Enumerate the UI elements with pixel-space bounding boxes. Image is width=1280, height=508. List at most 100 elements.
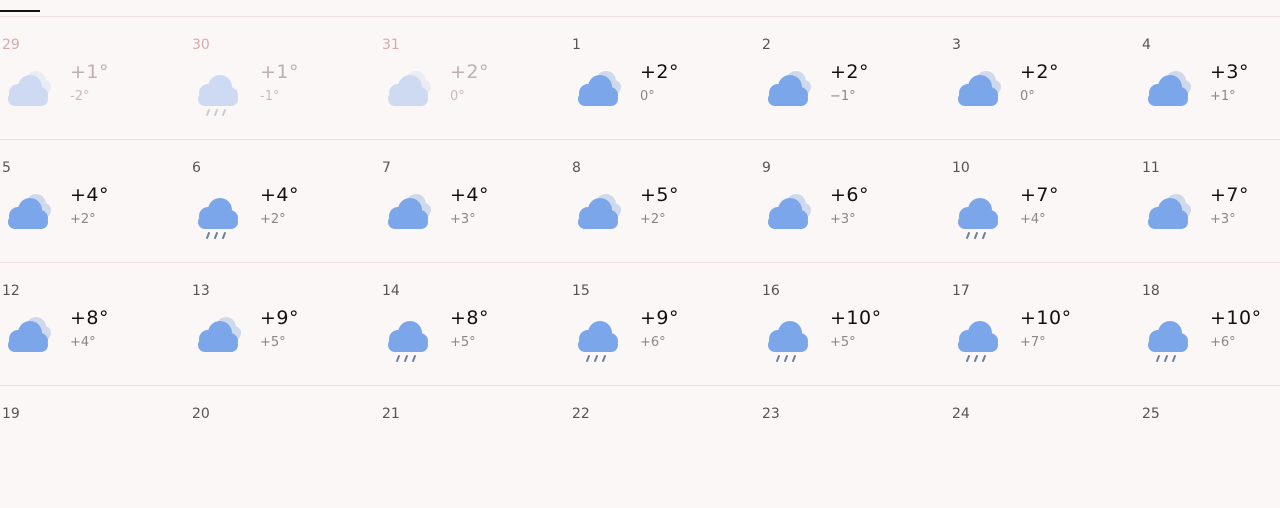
max-temperature: +4° [70, 184, 110, 206]
rain-cloud-icon [380, 311, 436, 363]
max-temperature: +10° [1210, 307, 1262, 329]
rain-cloud-icon [190, 65, 246, 117]
day-cell[interactable]: 18 +10° +6° [1136, 263, 1280, 385]
active-tab-indicator [0, 10, 40, 12]
day-number: 29 [2, 37, 20, 53]
min-temperature: -1° [260, 89, 280, 104]
min-temperature: +5° [830, 335, 856, 350]
calendar-week-row: 19 20 21 22 23 24 25 [0, 385, 1280, 508]
day-number: 13 [192, 283, 210, 299]
max-temperature: +1° [70, 61, 110, 83]
day-number: 11 [1142, 160, 1160, 176]
min-temperature: +6° [1210, 335, 1236, 350]
day-number: 23 [762, 406, 780, 422]
day-cell[interactable]: 20 [186, 386, 374, 508]
max-temperature: +10° [830, 307, 882, 329]
top-bar [0, 0, 1280, 14]
rain-cloud-icon [950, 311, 1006, 363]
day-number: 5 [2, 160, 11, 176]
day-cell[interactable]: 21 [376, 386, 564, 508]
min-temperature: +3° [450, 212, 476, 227]
day-cell[interactable]: 17 +10° +7° [946, 263, 1134, 385]
day-cell[interactable]: 2 +2° −1° [756, 17, 944, 139]
day-number: 25 [1142, 406, 1160, 422]
day-number: 12 [2, 283, 20, 299]
day-cell[interactable]: 4 +3° +1° [1136, 17, 1280, 139]
cloudy-icon [760, 65, 816, 117]
day-number: 22 [572, 406, 590, 422]
day-number: 20 [192, 406, 210, 422]
day-number: 15 [572, 283, 590, 299]
day-cell[interactable]: 12 +8° +4° [0, 263, 184, 385]
calendar-week-row: 5 +4° +2° 6 +4° +2° 7 +4° +3° 8 +5° +2° 9 +6° +3° 10 +7°… [0, 139, 1280, 262]
day-number: 19 [2, 406, 20, 422]
day-number: 2 [762, 37, 771, 53]
min-temperature: +5° [450, 335, 476, 350]
day-cell[interactable]: 31 +2° 0° [376, 17, 564, 139]
monthly-weather-calendar: 29 +1° -2° 30 +1° -1° 31 +2° 0° 1 +2° 0° 2 +2° −1° 3 +2°… [0, 16, 1280, 508]
day-number: 24 [952, 406, 970, 422]
min-temperature: +7° [1020, 335, 1046, 350]
min-temperature: +6° [640, 335, 666, 350]
max-temperature: +7° [1210, 184, 1250, 206]
day-cell[interactable]: 25 [1136, 386, 1280, 508]
day-number: 3 [952, 37, 961, 53]
day-cell[interactable]: 19 [0, 386, 184, 508]
day-cell[interactable]: 6 +4° +2° [186, 140, 374, 262]
day-cell[interactable]: 11 +7° +3° [1136, 140, 1280, 262]
max-temperature: +7° [1020, 184, 1060, 206]
cloudy-icon [1140, 188, 1196, 240]
day-cell[interactable]: 8 +5° +2° [566, 140, 754, 262]
cloudy-icon [0, 311, 56, 363]
max-temperature: +1° [260, 61, 300, 83]
day-cell[interactable]: 5 +4° +2° [0, 140, 184, 262]
min-temperature: 0° [1020, 89, 1035, 104]
day-number: 8 [572, 160, 581, 176]
min-temperature: 0° [450, 89, 465, 104]
rain-cloud-icon [190, 188, 246, 240]
min-temperature: +2° [260, 212, 286, 227]
day-cell[interactable]: 1 +2° 0° [566, 17, 754, 139]
day-cell[interactable]: 24 [946, 386, 1134, 508]
max-temperature: +10° [1020, 307, 1072, 329]
min-temperature: +4° [1020, 212, 1046, 227]
day-cell[interactable]: 14 +8° +5° [376, 263, 564, 385]
day-cell[interactable]: 22 [566, 386, 754, 508]
cloudy-icon [570, 65, 626, 117]
max-temperature: +3° [1210, 61, 1250, 83]
day-number: 16 [762, 283, 780, 299]
day-cell[interactable]: 30 +1° -1° [186, 17, 374, 139]
day-cell[interactable]: 3 +2° 0° [946, 17, 1134, 139]
cloudy-icon [190, 311, 246, 363]
day-number: 14 [382, 283, 400, 299]
day-cell[interactable]: 15 +9° +6° [566, 263, 754, 385]
day-cell[interactable]: 9 +6° +3° [756, 140, 944, 262]
cloudy-icon [760, 188, 816, 240]
min-temperature: +5° [260, 335, 286, 350]
min-temperature: +3° [1210, 212, 1236, 227]
cloudy-icon [380, 188, 436, 240]
day-number: 4 [1142, 37, 1151, 53]
day-cell[interactable]: 7 +4° +3° [376, 140, 564, 262]
calendar-week-row: 12 +8° +4° 13 +9° +5° 14 +8° +5° 15 +9° +6° 16 +10° +5… [0, 262, 1280, 385]
min-temperature: +1° [1210, 89, 1236, 104]
max-temperature: +8° [450, 307, 490, 329]
day-cell[interactable]: 29 +1° -2° [0, 17, 184, 139]
min-temperature: +3° [830, 212, 856, 227]
max-temperature: +6° [830, 184, 870, 206]
max-temperature: +2° [640, 61, 680, 83]
day-cell[interactable]: 10 +7° +4° [946, 140, 1134, 262]
day-cell[interactable]: 16 +10° +5° [756, 263, 944, 385]
cloudy-icon [1140, 65, 1196, 117]
cloudy-icon [0, 65, 56, 117]
cloudy-icon [950, 65, 1006, 117]
cloudy-icon [380, 65, 436, 117]
day-number: 17 [952, 283, 970, 299]
day-number: 6 [192, 160, 201, 176]
max-temperature: +2° [450, 61, 490, 83]
max-temperature: +9° [260, 307, 300, 329]
rain-cloud-icon [570, 311, 626, 363]
day-cell[interactable]: 23 [756, 386, 944, 508]
day-cell[interactable]: 13 +9° +5° [186, 263, 374, 385]
day-number: 10 [952, 160, 970, 176]
